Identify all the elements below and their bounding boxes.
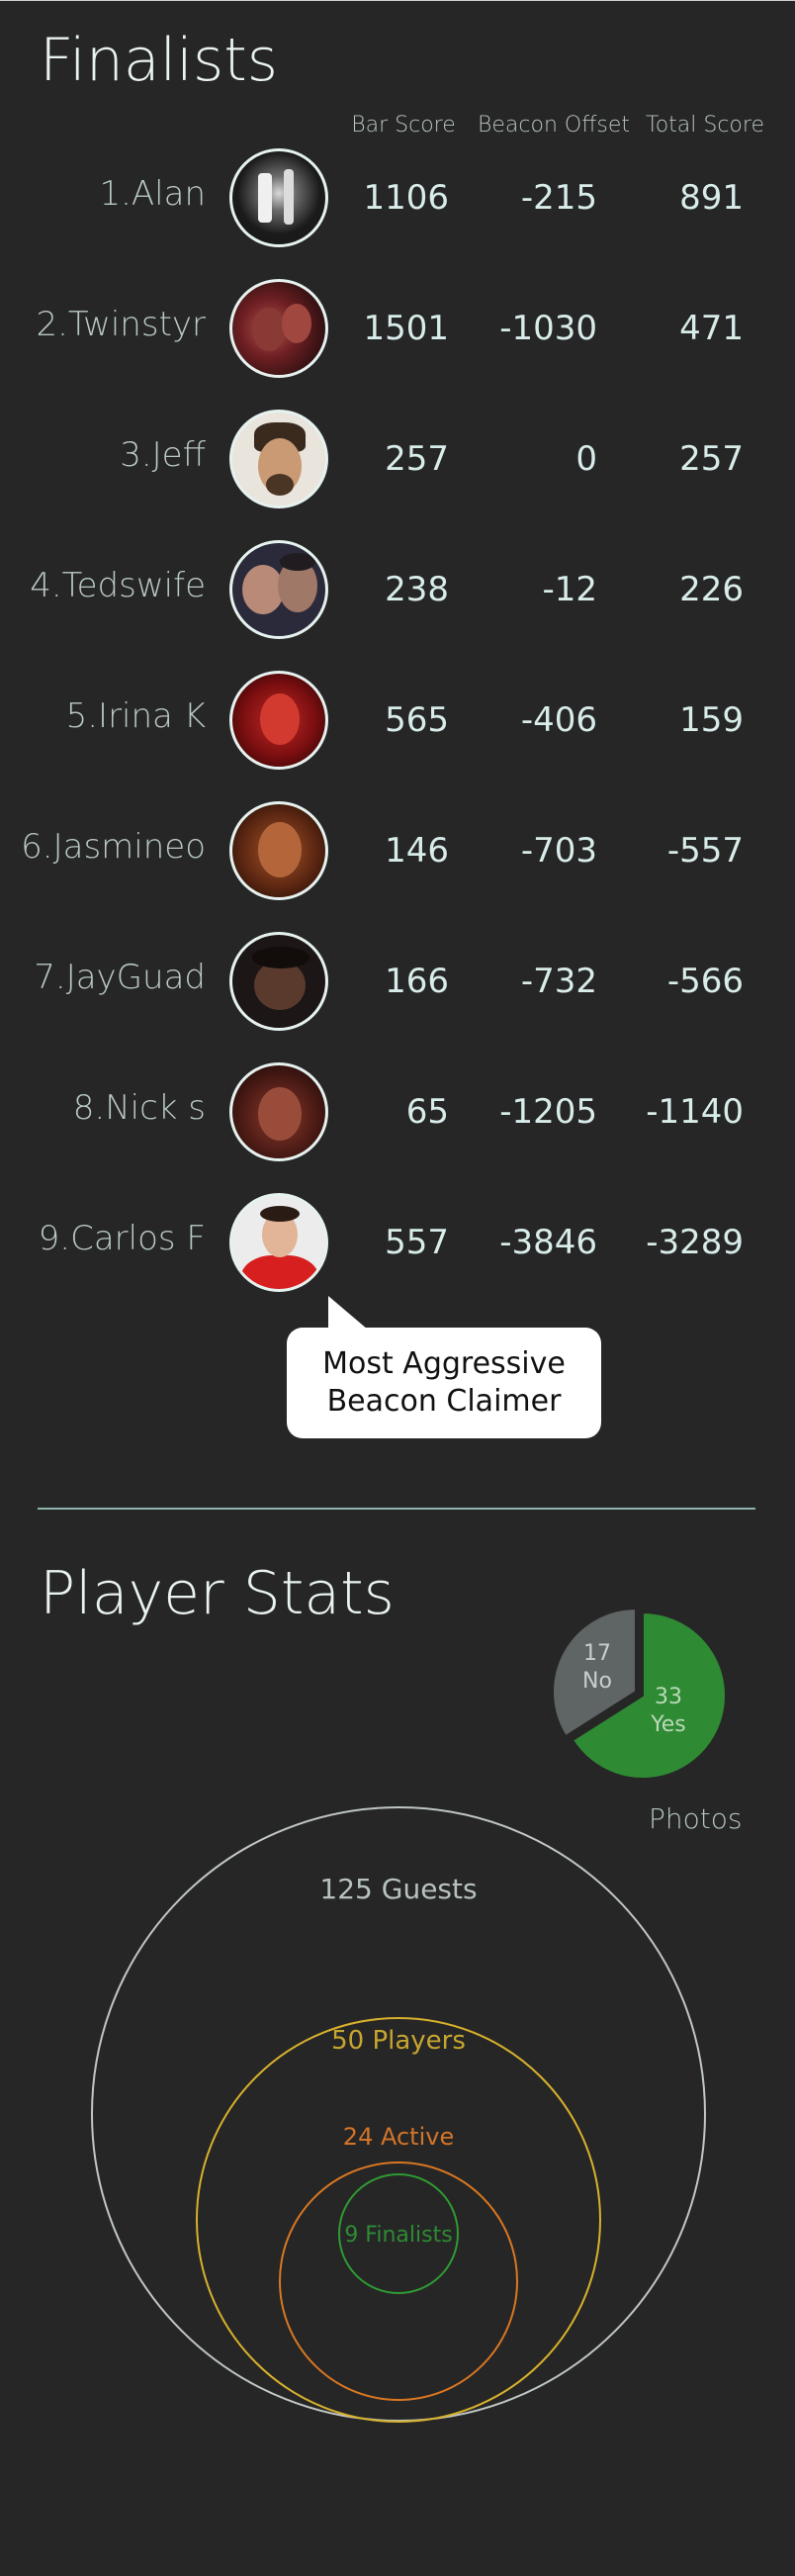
player-stats-title: Player Stats: [40, 1559, 395, 1628]
beacon-offset: -3846: [499, 1223, 597, 1262]
beacon-offset: 0: [575, 439, 597, 479]
total-score: -557: [666, 831, 744, 871]
bar-score: 565: [385, 700, 449, 740]
bar-score: 166: [385, 962, 449, 1001]
bar-score: 65: [405, 1092, 449, 1132]
total-score: 891: [679, 178, 744, 218]
finalist-row[interactable]: 2.Twinstyr 1501 -1030 471: [0, 279, 795, 388]
total-score: -1140: [646, 1092, 744, 1132]
finalist-name: 3.Jeff: [120, 435, 206, 475]
finalist-row[interactable]: 8.Nick s 65 -1205 -1140: [0, 1062, 795, 1171]
pie-label-no: No: [582, 1669, 612, 1694]
finalists-title: Finalists: [40, 26, 278, 95]
avatar: [229, 148, 328, 247]
finalist-row[interactable]: 9.Carlos F 557 -3846 -3289: [0, 1193, 795, 1302]
participation-circles: 125 Guests 50 Players 24 Active 9 Finali…: [91, 1806, 706, 2423]
pie-label-yes-count: 33: [655, 1685, 682, 1709]
guests-label: 125 Guests: [319, 1873, 477, 1905]
finalist-row[interactable]: 5.Irina K 565 -406 159: [0, 671, 795, 780]
total-score: 159: [679, 700, 744, 740]
players-circle: [196, 2017, 601, 2423]
bar-score: 557: [385, 1223, 449, 1262]
bar-score: 257: [385, 439, 449, 479]
finalist-name: 8.Nick s: [72, 1088, 206, 1128]
total-score: 226: [679, 570, 744, 609]
finalist-name: 4.Tedswife: [30, 566, 206, 605]
bar-score: 238: [385, 570, 449, 609]
finalist-row[interactable]: 6.Jasmineo 146 -703 -557: [0, 801, 795, 910]
beacon-offset: -12: [542, 570, 597, 609]
column-header-total-score: Total Score: [646, 113, 764, 138]
section-divider: [38, 1508, 755, 1510]
bar-score: 1501: [363, 309, 449, 348]
pie-label-yes: Yes: [650, 1712, 686, 1737]
beacon-offset: -1030: [499, 309, 597, 348]
bar-score: 1106: [363, 178, 449, 218]
top-border: [0, 0, 795, 1]
active-label: 24 Active: [343, 2123, 454, 2151]
finalist-name: 6.Jasmineo: [21, 827, 206, 867]
finalist-name: 2.Twinstyr: [36, 305, 206, 344]
finalist-row[interactable]: 4.Tedswife 238 -12 226: [0, 540, 795, 649]
beacon-offset: -703: [520, 831, 597, 871]
active-circle: [279, 2162, 518, 2401]
total-score: 471: [679, 309, 744, 348]
callout-tail: [328, 1296, 368, 1330]
total-score: -566: [666, 962, 744, 1001]
avatar: [229, 410, 328, 508]
avatar: [229, 540, 328, 639]
players-label: 50 Players: [331, 2026, 466, 2056]
avatar: [229, 279, 328, 378]
finalist-name: 9.Carlos F: [38, 1219, 206, 1258]
column-header-beacon-offset: Beacon Offset: [477, 113, 630, 138]
beacon-offset: -732: [520, 962, 597, 1001]
finalists-label: 9 Finalists: [344, 2223, 452, 2248]
photos-pie-chart: 17 No 33 Yes: [552, 1608, 727, 1780]
total-score: -3289: [646, 1223, 744, 1262]
finalist-row[interactable]: 7.JayGuad 166 -732 -566: [0, 932, 795, 1041]
total-score: 257: [679, 439, 744, 479]
avatar: [229, 932, 328, 1031]
column-header-bar-score: Bar Score: [351, 113, 456, 138]
award-callout: Most Aggressive Beacon Claimer: [287, 1328, 601, 1438]
finalist-name: 7.JayGuad: [34, 958, 206, 997]
beacon-offset: -215: [520, 178, 597, 218]
avatar: [229, 1062, 328, 1161]
finalist-name: 5.Irina K: [65, 696, 206, 736]
pie-label-no-count: 17: [583, 1641, 611, 1666]
beacon-offset: -406: [520, 700, 597, 740]
avatar: [229, 671, 328, 770]
bar-score: 146: [385, 831, 449, 871]
avatar: [229, 801, 328, 900]
avatar: [229, 1193, 328, 1292]
callout-line-1: Most Aggressive: [322, 1346, 566, 1381]
beacon-offset: -1205: [499, 1092, 597, 1132]
finalist-name: 1.Alan: [99, 174, 206, 214]
finalist-row[interactable]: 3.Jeff 257 0 257: [0, 410, 795, 518]
callout-line-2: Beacon Claimer: [326, 1384, 562, 1419]
finalist-row[interactable]: 1.Alan 1106 -215 891: [0, 148, 795, 257]
